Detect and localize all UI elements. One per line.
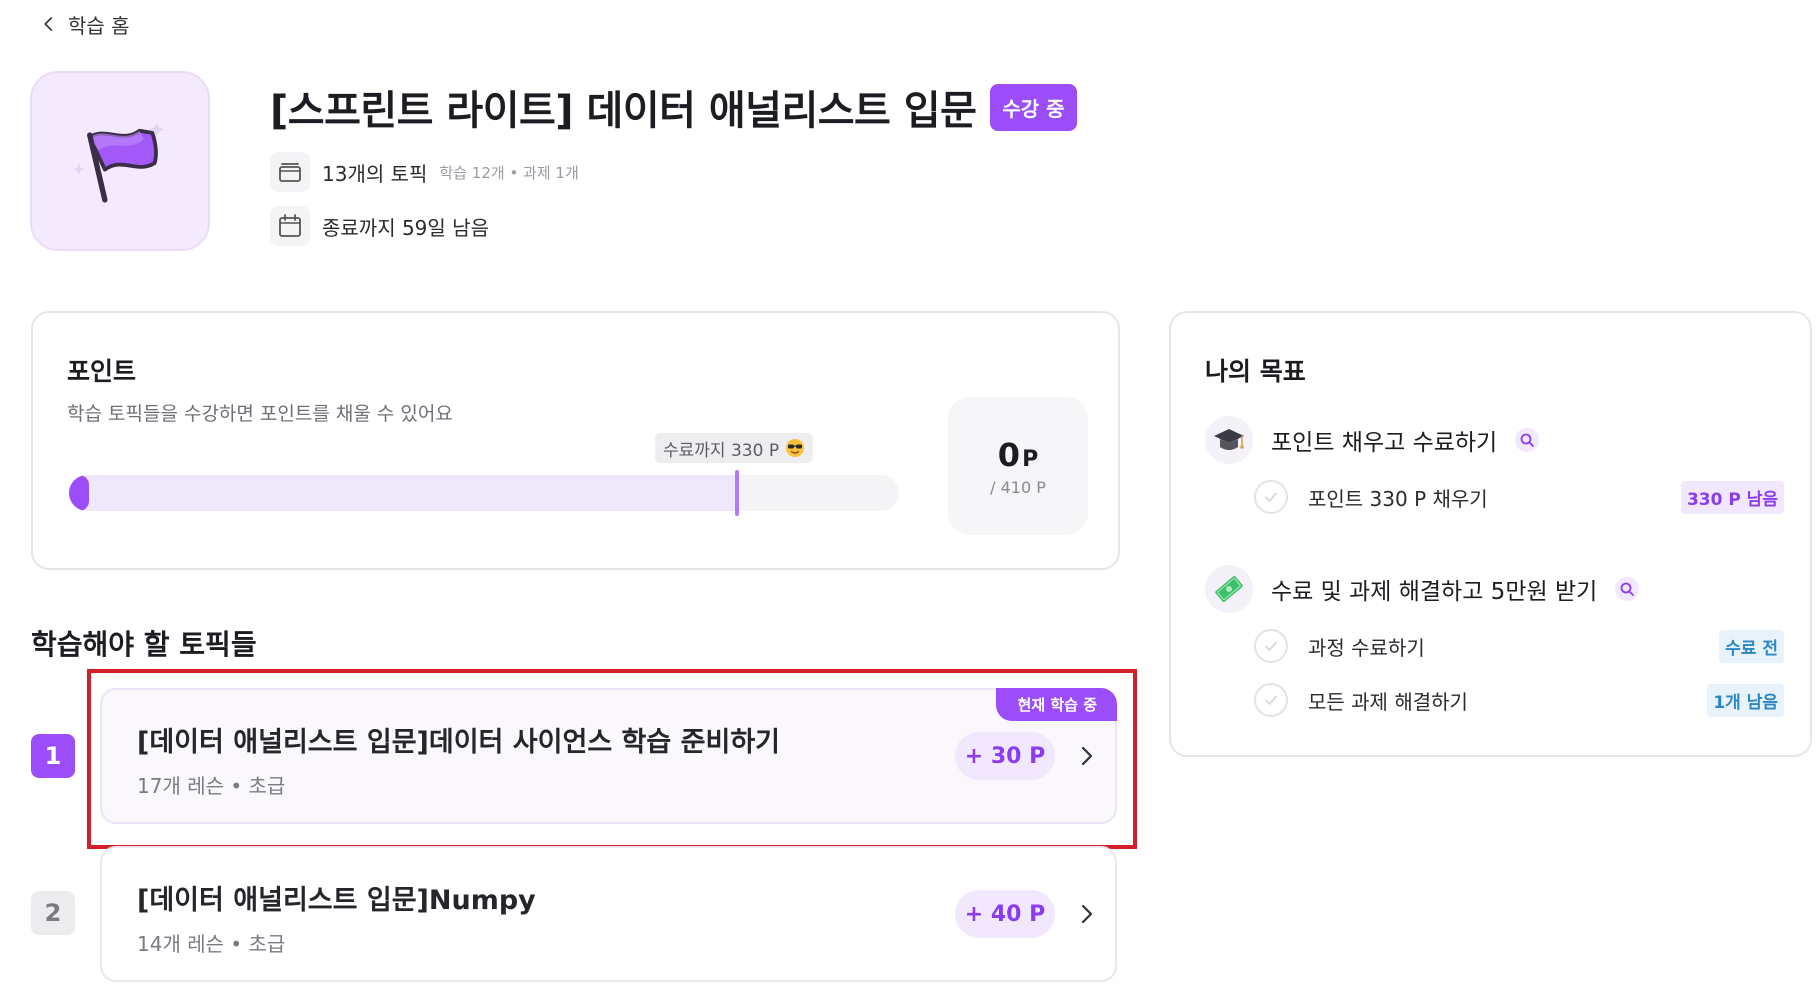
goal-label: 수료 및 과제 해결하고 5만원 받기 bbox=[1271, 579, 1598, 605]
sub-goal-label: 과정 수료하기 bbox=[1308, 635, 1425, 660]
points-value: 0 P bbox=[998, 436, 1038, 474]
points-card: 포인트 학습 토픽들을 수강하면 포인트를 채울 수 있어요 수료까지 330 … bbox=[31, 311, 1120, 570]
deadline-row: 종료까지 59일 남음 bbox=[270, 206, 489, 246]
topic-breakdown: 학습 12개 • 과제 1개 bbox=[439, 163, 579, 182]
sub-goal-label: 포인트 330 P 채우기 bbox=[1308, 486, 1488, 511]
chevron-right-icon bbox=[1081, 904, 1093, 924]
topic-count-row: 13개의 토픽 학습 12개 • 과제 1개 bbox=[270, 152, 579, 192]
topic-number-badge: 2 bbox=[31, 891, 75, 935]
sunglasses-emoji-icon bbox=[786, 439, 805, 457]
topic-meta: 14개 레슨 • 초급 bbox=[137, 932, 286, 956]
goal-reward: 수료 및 과제 해결하고 5만원 받기 bbox=[1205, 565, 1640, 613]
points-card-title: 포인트 bbox=[67, 357, 137, 386]
points-unit: P bbox=[1022, 446, 1039, 472]
course-title-row: [스프린트 라이트] 데이터 애널리스트 입문 수강 중 bbox=[270, 78, 1077, 136]
check-icon bbox=[1254, 629, 1288, 663]
back-link-label: 학습 홈 bbox=[68, 13, 130, 38]
check-icon bbox=[1254, 683, 1288, 717]
money-icon bbox=[1205, 565, 1253, 613]
stack-icon bbox=[270, 152, 310, 192]
sub-goal-fill-points: 포인트 330 P 채우기 330 P 남음 bbox=[1254, 477, 1784, 517]
goal-complete-course: 포인트 채우고 수료하기 bbox=[1205, 416, 1540, 464]
topic-number-badge: 1 bbox=[31, 734, 75, 778]
enrollment-status-badge: 수강 중 bbox=[990, 83, 1077, 131]
topic-count: 13개의 토픽 bbox=[322, 161, 428, 186]
chevron-left-icon bbox=[44, 17, 53, 31]
completion-goal-marker bbox=[735, 470, 740, 516]
sub-goal-status: 수료 전 bbox=[1719, 629, 1784, 663]
sub-goal-status: 1개 남음 bbox=[1707, 683, 1784, 717]
calendar-icon bbox=[270, 206, 310, 246]
topic-card[interactable]: [데이터 애널리스트 입문]Numpy 14개 레슨 • 초급 + 40 P bbox=[100, 846, 1117, 982]
progress-fill bbox=[69, 475, 89, 511]
topics-section-title: 학습해야 할 토픽들 bbox=[31, 628, 257, 661]
sub-goal-status: 330 P 남음 bbox=[1680, 480, 1784, 514]
points-summary: 0 P / 410 P bbox=[948, 397, 1088, 535]
sub-goal-label: 모든 과제 해결하기 bbox=[1308, 689, 1468, 714]
goal-label: 포인트 채우고 수료하기 bbox=[1271, 430, 1498, 456]
goal-detail-search-icon[interactable] bbox=[1515, 428, 1540, 452]
progress-goal-range bbox=[69, 475, 738, 511]
points-progress-bar bbox=[69, 475, 899, 511]
back-link[interactable]: 학습 홈 bbox=[40, 10, 130, 38]
sub-goal-solve-assignments: 모든 과제 해결하기 1개 남음 bbox=[1254, 680, 1784, 720]
points-total: / 410 P bbox=[990, 477, 1046, 497]
course-title: [스프린트 라이트] 데이터 애널리스트 입문 bbox=[270, 88, 977, 134]
points-card-description: 학습 토픽들을 수강하면 포인트를 채울 수 있어요 bbox=[67, 403, 453, 425]
my-goals-card: 나의 목표 포인트 채우고 수료하기 포인트 330 P 채우기 330 P 남… bbox=[1169, 311, 1812, 757]
sub-goal-finish-course: 과정 수료하기 수료 전 bbox=[1254, 626, 1784, 666]
topic-title: [데이터 애널리스트 입문]Numpy bbox=[137, 885, 536, 916]
goal-detail-search-icon[interactable] bbox=[1615, 577, 1640, 601]
points-current: 0 bbox=[997, 435, 1021, 474]
my-goals-title: 나의 목표 bbox=[1205, 357, 1306, 386]
deadline-remaining: 종료까지 59일 남음 bbox=[322, 215, 489, 240]
check-icon bbox=[1254, 480, 1288, 514]
course-thumbnail bbox=[30, 71, 210, 251]
completion-goal-tag: 수료까지 330 P bbox=[655, 433, 814, 463]
purple-flag-icon bbox=[73, 122, 165, 203]
highlight-frame bbox=[87, 669, 1137, 849]
completion-goal-label: 수료까지 330 P bbox=[663, 440, 780, 461]
topic-points-badge: + 40 P bbox=[955, 890, 1055, 938]
graduation-cap-icon bbox=[1205, 416, 1253, 464]
